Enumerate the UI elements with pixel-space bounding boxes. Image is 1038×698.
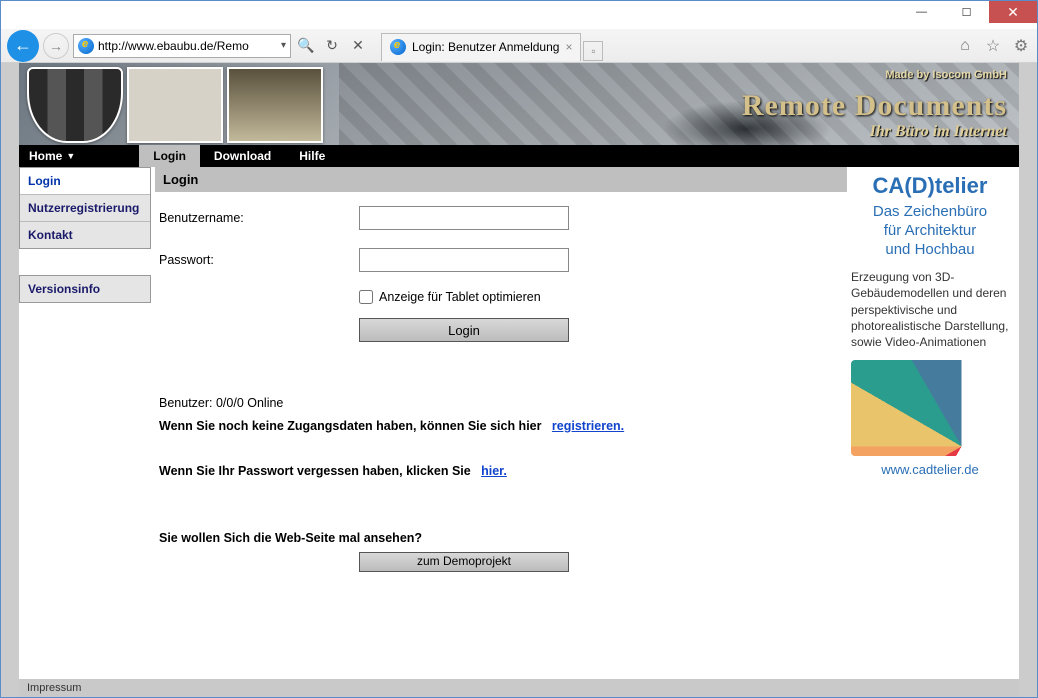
footer-impressum-link[interactable]: Impressum (27, 682, 81, 694)
chevron-down-icon: ▼ (66, 151, 75, 161)
window-titlebar: — ☐ ✕ (1, 1, 1037, 29)
tab-close-icon[interactable]: × (565, 40, 572, 54)
register-link[interactable]: registrieren. (552, 419, 624, 433)
favorites-icon[interactable]: ☆ (983, 36, 1003, 56)
address-bar[interactable]: http://www.ebaubu.de/Remo ▾ (73, 34, 291, 58)
sidebar-item-nutzerreg[interactable]: Nutzerregistrierung (20, 195, 150, 222)
browser-toolbar: ← → http://www.ebaubu.de/Remo ▾ 🔍 ↻ ✕ Lo… (1, 29, 1037, 63)
window-close-button[interactable]: ✕ (989, 1, 1037, 23)
tab-title: Login: Benutzer Anmeldung (412, 40, 559, 54)
ad-sub1: Das Zeichenbüro (847, 203, 1013, 222)
ad-url: www.cadtelier.de (847, 462, 1013, 477)
browser-tab[interactable]: Login: Benutzer Anmeldung × (381, 33, 581, 61)
ad-body: Erzeugung von 3D-Gebäudemodellen und der… (847, 259, 1013, 360)
nav-forward-button[interactable]: → (43, 33, 69, 59)
banner-thumb (27, 67, 123, 143)
tab-favicon-icon (390, 39, 406, 55)
new-tab-button[interactable]: ▫ (583, 41, 603, 61)
ad-image (851, 360, 1009, 456)
home-icon[interactable]: ⌂ (955, 36, 975, 56)
login-button[interactable]: Login (359, 318, 569, 342)
nav-back-button[interactable]: ← (7, 30, 39, 62)
nav-hilfe[interactable]: Hilfe (285, 145, 339, 167)
username-input[interactable] (359, 206, 569, 230)
search-icon[interactable]: 🔍 (295, 35, 317, 57)
banner-thumb (227, 67, 323, 143)
banner-made-by: Made by Isocom GmbH (885, 69, 1007, 81)
online-status: Benutzer: 0/0/0 Online (159, 392, 843, 415)
password-label: Passwort: (159, 253, 359, 267)
ad-title: CA(D)telier (847, 173, 1013, 199)
sidebar-ad[interactable]: CA(D)telier Das Zeichenbüro für Architek… (847, 173, 1013, 477)
banner-title: Remote Documents (742, 89, 1007, 123)
nav-home[interactable]: Home ▼ (19, 145, 89, 167)
top-nav: Home ▼ Login Download Hilfe (19, 145, 1019, 167)
banner-thumb (127, 67, 223, 143)
demo-button[interactable]: zum Demoprojekt (359, 552, 569, 572)
refresh-icon[interactable]: ↻ (321, 35, 343, 57)
nav-home-label: Home (29, 149, 62, 163)
ad-sub3: und Hochbau (847, 241, 1013, 260)
window-maximize-button[interactable]: ☐ (944, 1, 989, 23)
tablet-label: Anzeige für Tablet optimieren (379, 290, 541, 304)
username-label: Benutzername: (159, 211, 359, 225)
nav-login[interactable]: Login (139, 145, 200, 167)
ad-sub2: für Architektur (847, 222, 1013, 241)
demo-question: Sie wollen Sich die Web-Seite mal ansehe… (159, 531, 422, 545)
site-banner: Made by Isocom GmbH Remote Documents Ihr… (19, 63, 1019, 145)
window-minimize-button[interactable]: — (899, 1, 944, 23)
forgot-text: Wenn Sie Ihr Passwort vergessen haben, k… (159, 464, 471, 478)
sidebar-item-login[interactable]: Login (20, 168, 150, 195)
url-text: http://www.ebaubu.de/Remo (98, 39, 277, 53)
ie-logo-icon (78, 38, 94, 54)
banner-subtitle: Ihr Büro im Internet (742, 123, 1007, 141)
sidebar-item-kontakt[interactable]: Kontakt (20, 222, 150, 248)
forgot-link[interactable]: hier. (481, 464, 507, 478)
tablet-checkbox[interactable] (359, 290, 373, 304)
stop-icon[interactable]: ✕ (347, 35, 369, 57)
register-text: Wenn Sie noch keine Zugangsdaten haben, … (159, 419, 541, 433)
panel-heading: Login (155, 167, 847, 192)
tools-icon[interactable]: ⚙ (1011, 36, 1031, 56)
nav-download[interactable]: Download (200, 145, 285, 167)
password-input[interactable] (359, 248, 569, 272)
sidebar-item-versionsinfo[interactable]: Versionsinfo (20, 276, 150, 302)
url-dropdown-icon[interactable]: ▾ (281, 40, 286, 51)
